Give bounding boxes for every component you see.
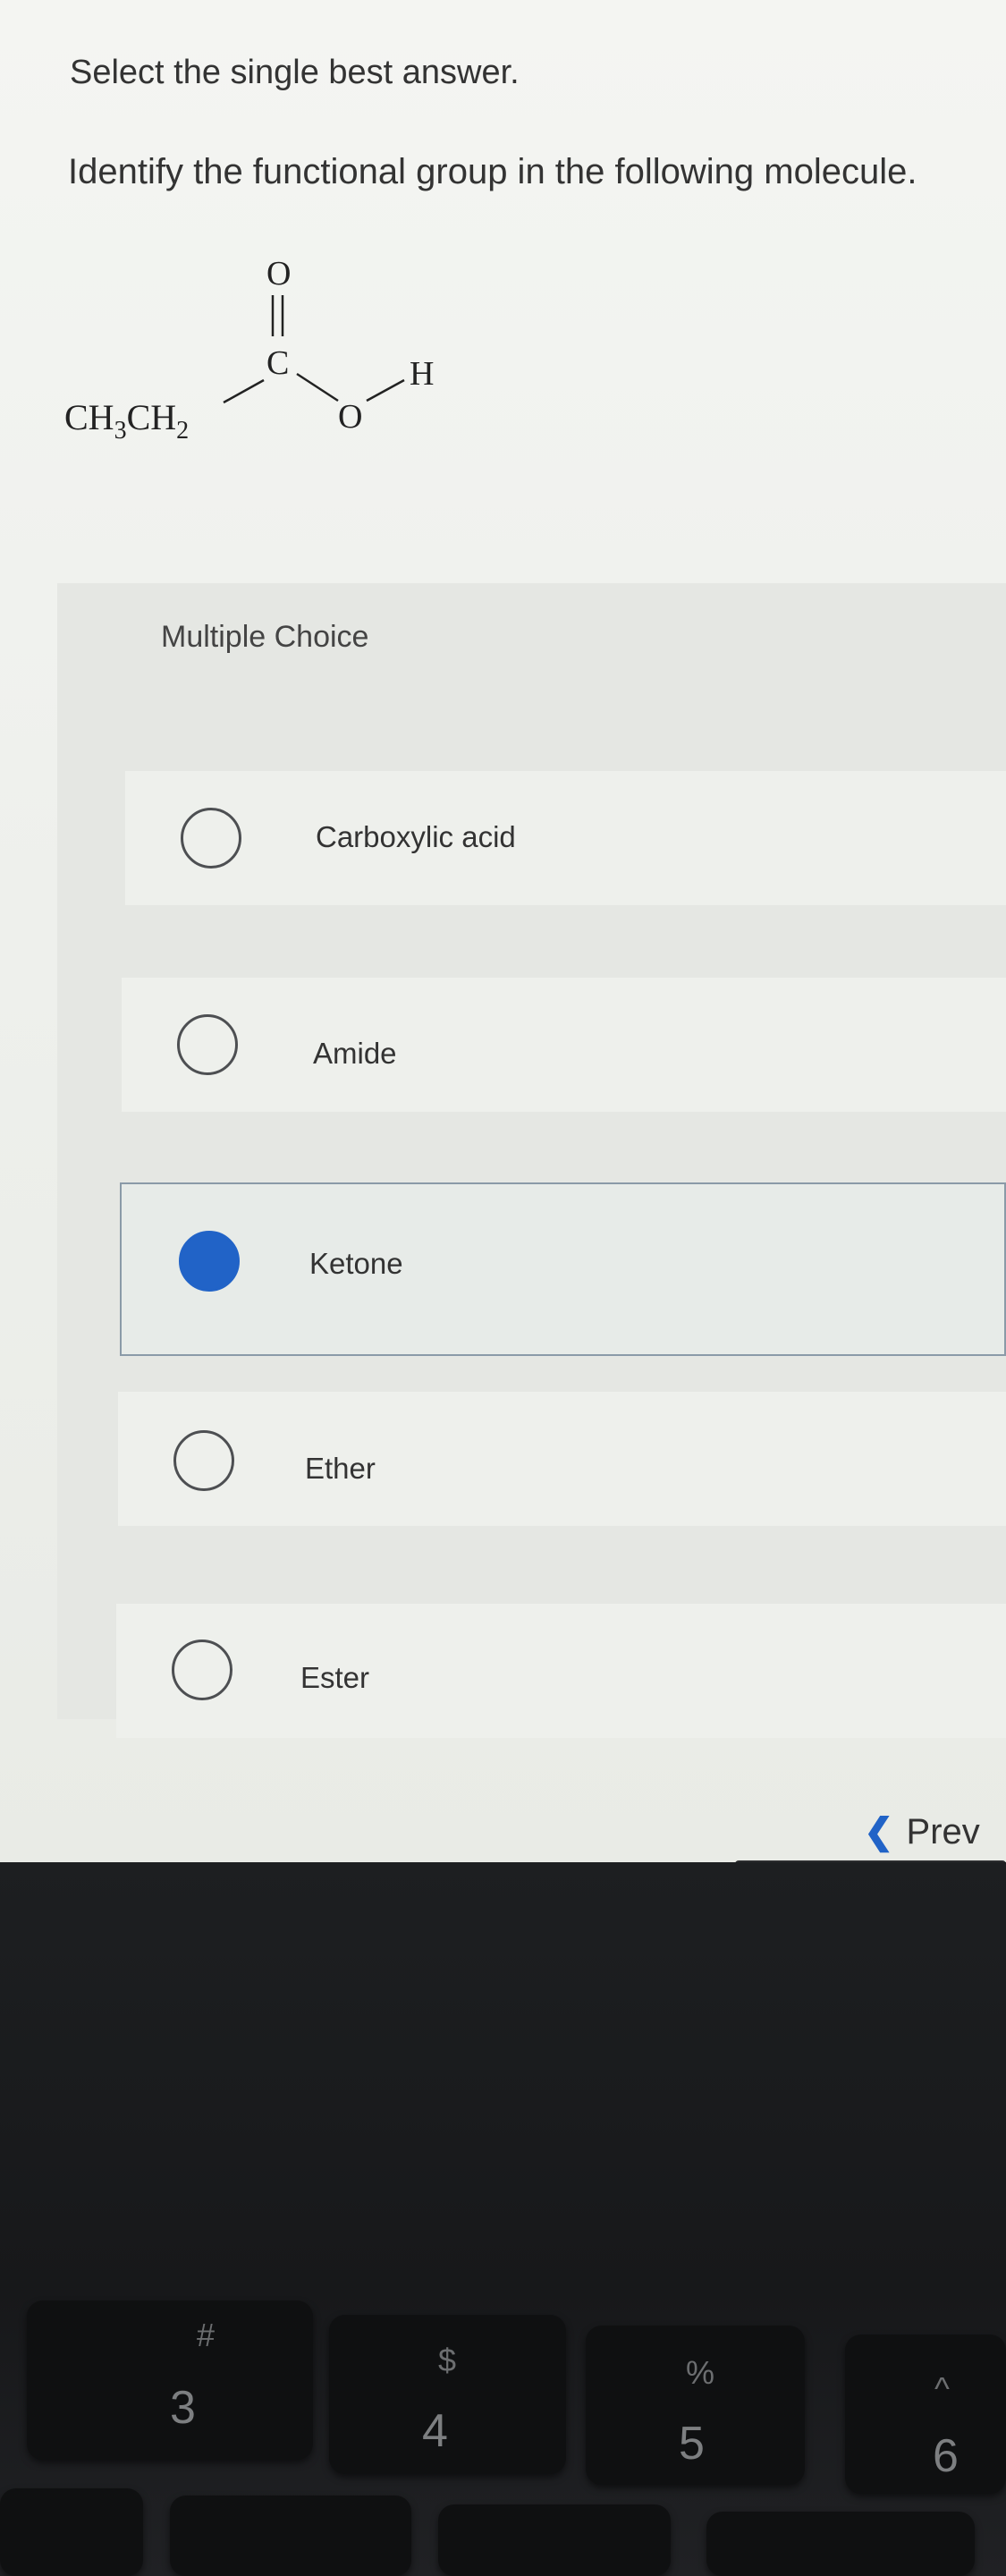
option-carboxylic-acid[interactable]: Carboxylic acid <box>125 771 1006 905</box>
key-row-lower[interactable] <box>706 2512 975 2576</box>
instruction-text: Select the single best answer. <box>70 54 520 91</box>
radio-unselected-icon[interactable] <box>172 1640 232 1700</box>
key-4[interactable]: $ 4 <box>329 2315 566 2474</box>
key-symbol: # <box>197 2317 216 2353</box>
option-label: Ketone <box>309 1247 403 1280</box>
key-6[interactable]: ^ 6 <box>845 2334 1006 2494</box>
multiple-choice-title: Multiple Choice <box>161 620 369 654</box>
option-label: Ester <box>300 1661 370 1694</box>
key-symbol: % <box>686 2354 715 2391</box>
option-amide[interactable]: Amide <box>122 978 1006 1112</box>
question-text: Identify the functional group in the fol… <box>68 152 917 191</box>
key-symbol: $ <box>438 2342 457 2378</box>
option-ketone[interactable]: Ketone <box>120 1182 1006 1356</box>
hydroxyl-oxygen-label: O <box>338 398 362 436</box>
option-label: Amide <box>313 1037 397 1070</box>
key-number: 6 <box>933 2430 959 2482</box>
key-row-lower[interactable] <box>438 2504 671 2576</box>
bond-ch2-c <box>223 378 265 404</box>
laptop-keyboard-area: # 3 $ 4 % 5 ^ 6 <box>0 1862 1006 2576</box>
key-number: 5 <box>679 2418 705 2470</box>
hydrogen-label: H <box>410 355 434 393</box>
radio-unselected-icon[interactable] <box>181 808 241 869</box>
key-symbol: ^ <box>934 2370 950 2407</box>
key-number: 3 <box>170 2382 196 2434</box>
carbonyl-oxygen-label: O <box>266 255 291 292</box>
key-row-lower[interactable] <box>0 2488 143 2576</box>
key-number: 4 <box>422 2405 448 2457</box>
chevron-left-icon: ❮ <box>864 1812 894 1852</box>
quiz-screen: Select the single best answer. Identify … <box>0 0 1006 1862</box>
multiple-choice-panel <box>57 583 1006 1719</box>
ethyl-group-label: CH3CH2 <box>64 397 189 445</box>
key-3[interactable]: # 3 <box>27 2301 313 2460</box>
carbon-label: C <box>266 344 289 382</box>
option-label: Carboxylic acid <box>316 820 516 853</box>
radio-selected-icon[interactable] <box>179 1231 240 1292</box>
radio-unselected-icon[interactable] <box>177 1014 238 1075</box>
bond-o-h <box>366 378 405 402</box>
key-5[interactable]: % 5 <box>586 2326 805 2485</box>
key-row-lower[interactable] <box>170 2496 411 2576</box>
molecule-structure: O C CH3CH2 O H <box>64 255 434 445</box>
prev-button[interactable]: ❮ Prev <box>864 1811 980 1852</box>
radio-unselected-icon[interactable] <box>173 1430 234 1491</box>
option-ether[interactable]: Ether <box>118 1392 1006 1526</box>
option-label: Ether <box>305 1452 376 1485</box>
prev-label: Prev <box>906 1812 980 1852</box>
bond-c-o <box>296 372 339 402</box>
option-ester[interactable]: Ester <box>116 1604 1006 1738</box>
